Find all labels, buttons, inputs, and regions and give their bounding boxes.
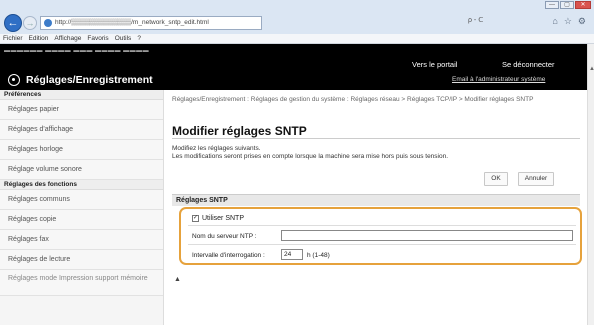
polling-interval-input[interactable]: 24 — [281, 249, 303, 260]
menu-affichage[interactable]: Affichage — [54, 34, 81, 43]
use-sntp-label: Utiliser SNTP — [202, 215, 245, 222]
home-icon[interactable]: ⌂ — [552, 16, 557, 27]
maximize-button[interactable]: ▢ — [560, 1, 574, 9]
info-text: Modifiez les réglages suivants. Les modi… — [172, 145, 580, 161]
window-controls: — ▢ ✕ — [545, 1, 591, 9]
sidebar-group-functions: Réglages des fonctions — [0, 180, 163, 190]
settings-gear-icon[interactable]: ⚙ — [578, 16, 586, 27]
title-divider — [172, 138, 580, 139]
toolbar-icons: ⌂ ☆ ⚙ — [552, 16, 586, 27]
info-line-2: Les modifications seront prises en compt… — [172, 153, 449, 160]
window-titlebar: — ▢ ✕ — [0, 0, 594, 12]
page-icon — [44, 19, 52, 27]
sidebar-item-display[interactable]: Réglages d'affichage — [0, 120, 163, 140]
sidebar: Préférences Réglages papier Réglages d'a… — [0, 90, 164, 325]
brand-title: Réglages/Enregistrement — [8, 74, 153, 86]
ntp-server-input[interactable] — [281, 230, 573, 241]
ntp-server-label: Nom du serveur NTP : — [192, 233, 257, 240]
favorites-star-icon[interactable]: ☆ — [564, 16, 572, 27]
scroll-up-icon[interactable]: ▲ — [589, 66, 594, 72]
section-header-sntp: Réglages SNTP — [172, 194, 580, 206]
address-text: http://▒▒▒▒▒▒▒▒▒▒▒▒▒/m_network_sntp_edit… — [55, 19, 209, 26]
page-header: ▬▬▬▬▬▬ ▬▬▬▬ ▬▬▬ ▬▬▬▬ ▬▬▬▬ Vers le portai… — [0, 44, 587, 90]
sidebar-item-fax[interactable]: Réglages fax — [0, 230, 163, 250]
cancel-button[interactable]: Annuler — [518, 172, 554, 186]
polling-interval-label: Intervalle d'interrogation : — [192, 252, 265, 259]
forward-button[interactable]: → — [23, 16, 37, 30]
sidebar-item-paper[interactable]: Réglages papier — [0, 100, 163, 120]
breadcrumb: Réglages/Enregistrement : Réglages de ge… — [172, 96, 534, 103]
row-divider — [188, 244, 576, 245]
sidebar-item-scan[interactable]: Réglages de lecture — [0, 250, 163, 270]
browser-navbar: ← → http://▒▒▒▒▒▒▒▒▒▒▒▒▒/m_network_sntp_… — [0, 12, 594, 34]
page-title: Modifier réglages SNTP — [172, 124, 307, 138]
ok-button[interactable]: OK — [484, 172, 508, 186]
logout-link[interactable]: Se déconnecter — [502, 60, 555, 69]
sidebar-item-volume[interactable]: Réglage volume sonore — [0, 160, 163, 180]
menu-fichier[interactable]: Fichier — [3, 34, 23, 43]
search-refresh-icon[interactable]: ρ - ᑕ — [468, 16, 483, 24]
menu-edition[interactable]: Edition — [29, 34, 49, 43]
sidebar-item-memory-print[interactable]: Réglages mode Impression support mémoire — [0, 270, 163, 296]
back-to-top-icon[interactable]: ▲ — [174, 276, 181, 283]
menu-outils[interactable]: Outils — [115, 34, 132, 43]
device-name-strip: ▬▬▬▬▬▬ ▬▬▬▬ ▬▬▬ ▬▬▬▬ ▬▬▬▬ — [4, 48, 150, 54]
polling-interval-unit: h (1-48) — [307, 252, 330, 259]
menu-bar: Fichier Edition Affichage Favoris Outils… — [0, 34, 594, 44]
use-sntp-row: ✓ Utiliser SNTP — [192, 215, 244, 222]
close-button[interactable]: ✕ — [575, 1, 591, 9]
menu-help[interactable]: ? — [137, 34, 141, 43]
sidebar-item-common[interactable]: Réglages communs — [0, 190, 163, 210]
menu-favoris[interactable]: Favoris — [87, 34, 108, 43]
portal-link[interactable]: Vers le portail — [412, 60, 457, 69]
back-button[interactable]: ← — [4, 14, 22, 32]
address-bar[interactable]: http://▒▒▒▒▒▒▒▒▒▒▒▒▒/m_network_sntp_edit… — [40, 16, 262, 30]
vertical-scrollbar[interactable]: ▲ — [587, 44, 594, 325]
use-sntp-checkbox[interactable]: ✓ — [192, 215, 199, 222]
sidebar-item-copy[interactable]: Réglages copie — [0, 210, 163, 230]
info-line-1: Modifiez les réglages suivants. — [172, 145, 261, 152]
minimize-button[interactable]: — — [545, 1, 559, 9]
sidebar-group-preferences: Préférences — [0, 90, 163, 100]
brand-label: Réglages/Enregistrement — [26, 74, 153, 86]
settings-registration-icon — [8, 74, 20, 86]
sidebar-item-clock[interactable]: Réglages horloge — [0, 140, 163, 160]
email-admin-link[interactable]: Email à l'administrateur système — [452, 76, 545, 83]
row-divider — [188, 225, 576, 226]
